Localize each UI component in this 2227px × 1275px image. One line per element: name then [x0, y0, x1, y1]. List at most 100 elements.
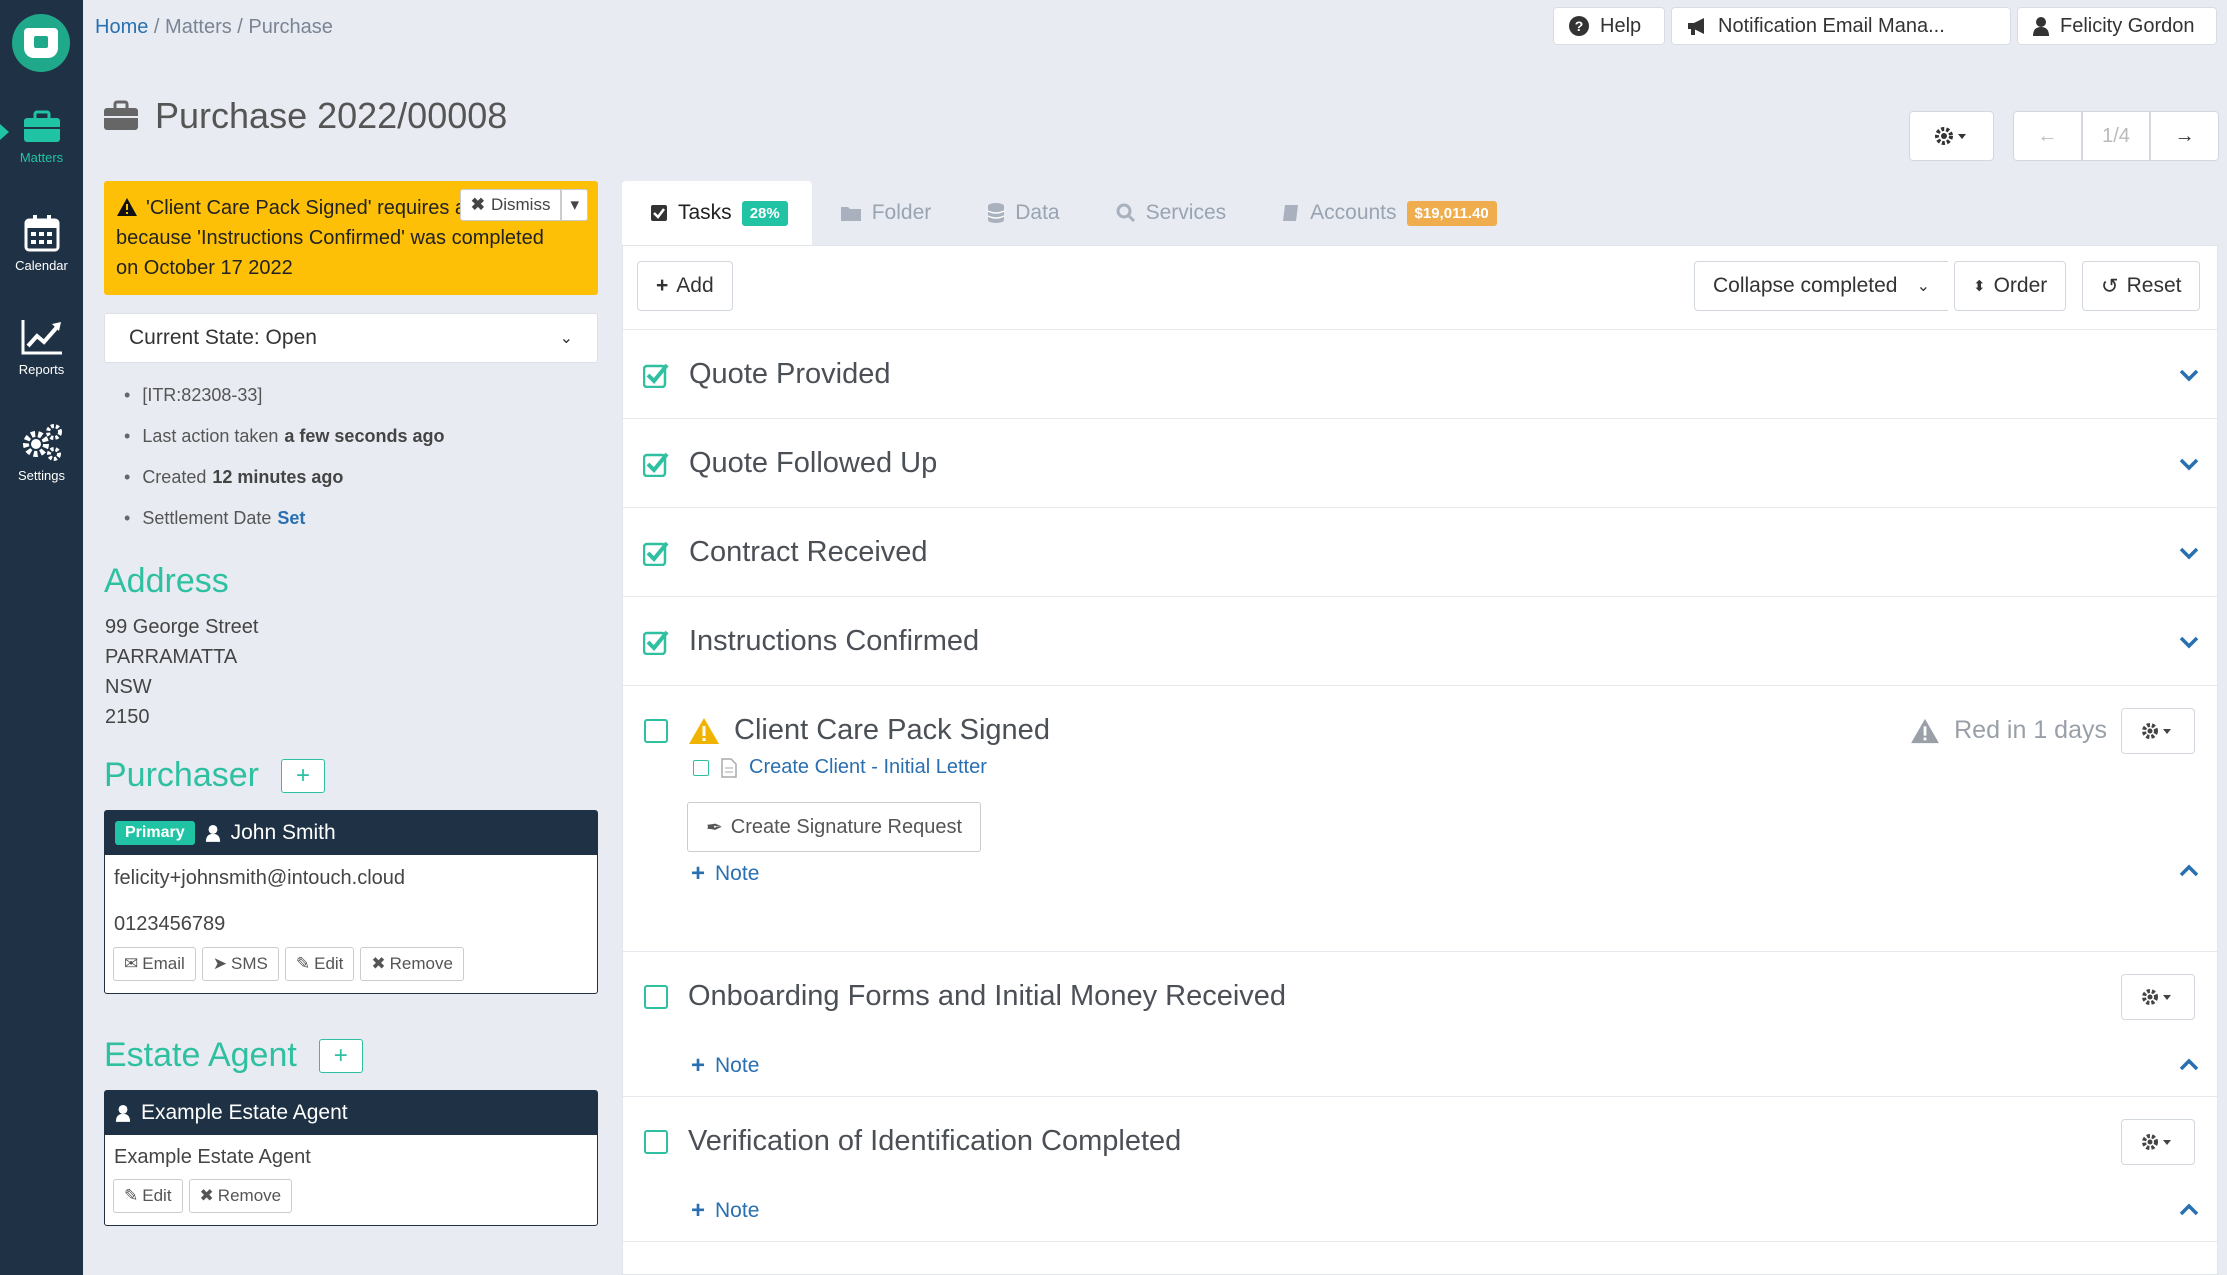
tab-tasks[interactable]: Tasks 28%	[622, 181, 812, 245]
add-purchaser-button[interactable]: +	[280, 758, 325, 793]
app-logo[interactable]	[12, 14, 70, 72]
create-signature-request-button[interactable]: ✒ Create Signature Request	[687, 802, 982, 852]
notification-button[interactable]: Notification Email Mana...	[1671, 7, 2011, 45]
tab-accounts[interactable]: Accounts $19,011.40	[1254, 181, 1525, 245]
chevron-down-icon[interactable]	[2179, 457, 2199, 471]
purchaser-card: Primary John Smith felicity+johnsmith@in…	[104, 810, 598, 994]
sidebar-item-reports[interactable]: Reports	[0, 318, 83, 377]
address-line: PARRAMATTA	[105, 646, 238, 668]
subtask-checkbox[interactable]	[693, 759, 709, 776]
dismiss-button[interactable]: ✖ Dismiss	[459, 189, 562, 221]
current-state-label: Current State: Open	[129, 326, 317, 349]
created-value: 12 minutes ago	[212, 467, 344, 487]
task-row[interactable]: Verification of Identification Completed	[623, 1097, 2217, 1186]
pencil-icon: ✎	[124, 1186, 139, 1205]
settlement-set-link[interactable]: Set	[277, 508, 305, 529]
task-checkbox[interactable]	[644, 984, 668, 1009]
breadcrumb-home[interactable]: Home	[95, 16, 148, 38]
task-row[interactable]: Contract Received	[623, 508, 2217, 597]
chevron-up-icon[interactable]	[2179, 1203, 2199, 1217]
sms-button[interactable]: ➤ SMS	[201, 947, 279, 981]
breadcrumb-matters[interactable]: Matters	[165, 16, 232, 38]
next-button[interactable]: →	[2150, 111, 2220, 161]
sidebar-item-label: Matters	[19, 150, 64, 165]
chevron-down-icon[interactable]	[2179, 368, 2199, 382]
add-note-button[interactable]: + Note	[691, 1052, 759, 1080]
address-line: NSW	[105, 676, 152, 698]
collapse-completed-select[interactable]: Collapse completed ⌄	[1694, 261, 1948, 311]
add-note-button[interactable]: + Note	[691, 1197, 759, 1225]
estate-agent-card-header: Example Estate Agent	[105, 1091, 597, 1135]
order-button[interactable]: ⬍ Order	[1954, 261, 2067, 311]
edit-button[interactable]: ✎ Edit	[284, 947, 355, 981]
sidebar-item-calendar[interactable]: Calendar	[0, 214, 83, 273]
add-estate-agent-button[interactable]: +	[318, 1038, 363, 1073]
check-square-icon[interactable]	[643, 540, 669, 566]
check-square-icon[interactable]	[643, 362, 669, 388]
dismiss-dropdown-button[interactable]: ▾	[561, 189, 588, 221]
remove-label: Remove	[217, 1186, 282, 1205]
address-block: 99 George Street PARRAMATTA NSW 2150	[105, 612, 258, 732]
task-settings-button[interactable]	[2121, 707, 2195, 754]
tab-services[interactable]: Services	[1088, 181, 1255, 245]
help-button[interactable]: ? Help	[1553, 7, 1665, 45]
user-icon	[115, 1105, 131, 1122]
edit-label: Edit	[314, 954, 344, 973]
add-note-button[interactable]: + Note	[691, 860, 759, 888]
task-row[interactable]: Instructions Confirmed	[623, 597, 2217, 686]
task-title: Quote Followed Up	[689, 447, 938, 479]
gear-icon	[2142, 722, 2171, 739]
task-checkbox[interactable]	[644, 1129, 668, 1154]
tab-folder[interactable]: Folder	[812, 181, 960, 245]
plus-icon: +	[656, 274, 669, 297]
settlement-label: Settlement Date	[142, 508, 272, 528]
task-checkbox[interactable]	[644, 718, 668, 743]
chevron-down-icon: ⌄	[1916, 278, 1930, 295]
dismiss-group: ✖ Dismiss ▾	[459, 189, 588, 221]
caret-down-icon: ▾	[570, 195, 579, 214]
close-icon: ✖	[371, 954, 386, 973]
breadcrumb-current: Purchase	[248, 16, 333, 38]
task-settings-button[interactable]	[2121, 1118, 2195, 1165]
sidebar-item-settings[interactable]: Settings	[0, 422, 83, 483]
reset-button[interactable]: ↺ Reset	[2082, 261, 2201, 311]
chevron-up-icon[interactable]	[2179, 864, 2199, 878]
check-square-icon[interactable]	[643, 629, 669, 655]
chevron-down-icon[interactable]	[2179, 546, 2199, 560]
edit-label: Edit	[142, 1186, 172, 1205]
previous-button[interactable]: ←	[2013, 111, 2082, 161]
breadcrumb-separator: /	[237, 16, 243, 38]
chevron-down-icon[interactable]	[2179, 635, 2199, 649]
sidebar-item-matters[interactable]: Matters	[0, 110, 83, 165]
estate-agent-title: Estate Agent	[104, 1036, 297, 1074]
add-task-button[interactable]: + Add	[637, 261, 733, 311]
meta-settlement: Settlement DateSet	[124, 498, 444, 539]
edit-button[interactable]: ✎ Edit	[113, 1179, 183, 1213]
email-button[interactable]: ✉ Email	[113, 947, 196, 981]
task-row[interactable]: Onboarding Forms and Initial Money Recei…	[623, 952, 2217, 1041]
task-row[interactable]: Quote Provided	[623, 330, 2217, 419]
matter-tabs: Tasks 28% Folder Data Services Accounts …	[622, 181, 1525, 245]
task-row[interactable]: Quote Followed Up	[623, 419, 2217, 508]
chevron-up-icon[interactable]	[2179, 1058, 2199, 1072]
chevron-down-icon: ⌄	[559, 330, 573, 347]
task-settings-button[interactable]	[2121, 973, 2195, 1020]
warning-icon	[689, 717, 719, 744]
subtask-link[interactable]: Create Client - Initial Letter	[749, 756, 987, 779]
briefcase-icon	[104, 100, 138, 130]
purchaser-phone: 0123456789	[114, 912, 226, 935]
matter-settings-button[interactable]	[1909, 111, 1994, 161]
estate-agent-card: Example Estate Agent Example Estate Agen…	[104, 1090, 598, 1226]
sort-icon: ⬍	[1973, 278, 1986, 295]
current-state-select[interactable]: Current State: Open ⌄	[104, 313, 598, 363]
tab-data[interactable]: Data	[959, 181, 1087, 245]
remove-button[interactable]: ✖ Remove	[188, 1179, 293, 1213]
reset-label: Reset	[2126, 274, 2182, 297]
due-text: Red in 1 days	[1954, 716, 2107, 744]
check-square-icon[interactable]	[643, 451, 669, 477]
user-menu-button[interactable]: Felicity Gordon	[2017, 7, 2217, 45]
check-square-icon	[651, 205, 667, 221]
remove-button[interactable]: ✖ Remove	[360, 947, 464, 981]
send-icon: ➤	[212, 954, 228, 973]
gear-icon	[2142, 988, 2171, 1005]
